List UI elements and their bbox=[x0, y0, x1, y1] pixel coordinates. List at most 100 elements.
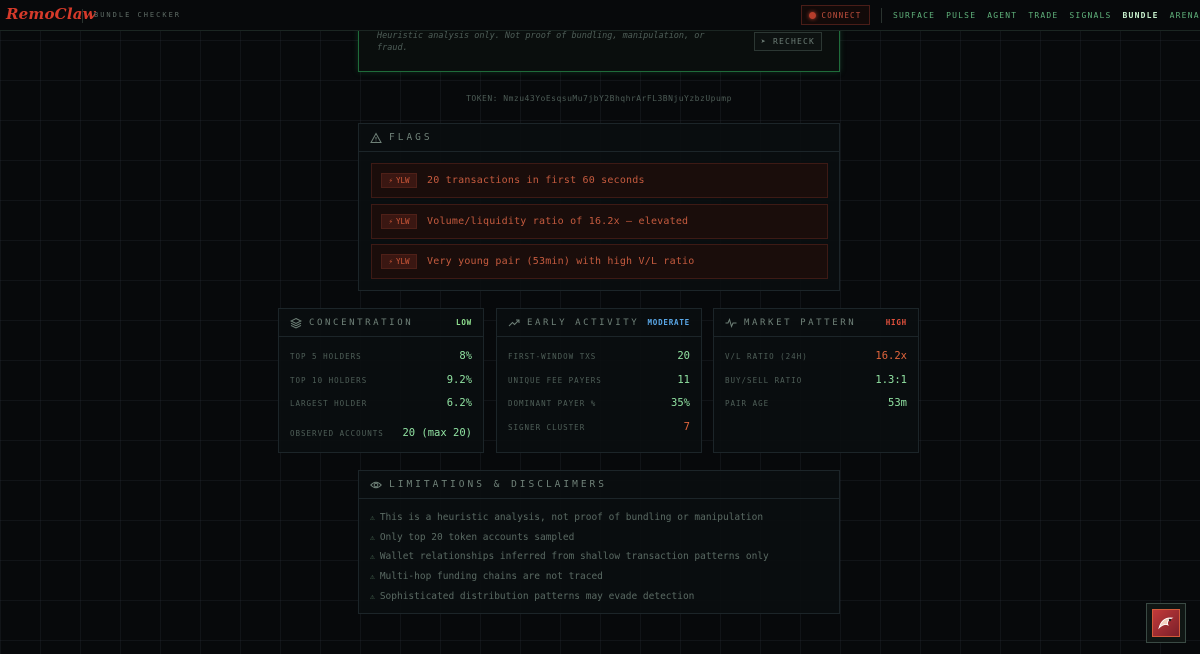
list-item-text: Wallet relationships inferred from shall… bbox=[379, 551, 769, 562]
trend-up-icon bbox=[508, 317, 520, 329]
nav-item-trade[interactable]: TRADE bbox=[1028, 11, 1058, 20]
metric-label: DOMINANT PAYER % bbox=[508, 398, 597, 408]
connect-label: CONNECT bbox=[821, 10, 862, 20]
heuristic-disclaimer: Heuristic analysis only. Not proof of bu… bbox=[377, 31, 705, 53]
flags-panel: FLAGS ⚡ YLW 20 transactions in first 60 s… bbox=[358, 123, 840, 291]
list-item: ⚠ Multi-hop funding chains are not traced bbox=[370, 571, 603, 582]
card-title: EARLY ACTIVITY bbox=[527, 317, 640, 328]
card-title: CONCENTRATION bbox=[309, 317, 414, 328]
flag-item: ⚡ YLW Volume/liquidity ratio of 16.2x — e… bbox=[371, 204, 828, 239]
severity-badge: ⚡ YLW bbox=[381, 254, 417, 269]
card-header: EARLY ACTIVITY MODERATE bbox=[497, 309, 701, 337]
top-nav-bar: RemoClaw BUNDLE CHECKER CONNECT SURFACE … bbox=[0, 0, 1200, 31]
metric-row: OBSERVED ACCOUNTS 20 (max 20) bbox=[290, 427, 472, 439]
metric-row: TOP 10 HOLDERS 9.2% bbox=[290, 374, 472, 386]
limitations-panel: LIMITATIONS & DISCLAIMERS ⚠ This is a heu… bbox=[358, 470, 840, 614]
metric-label: TOP 10 HOLDERS bbox=[290, 375, 368, 385]
warning-triangle-icon bbox=[370, 131, 382, 144]
nav-item-pulse[interactable]: PULSE bbox=[946, 11, 976, 20]
recheck-button[interactable]: ➤ RECHECK bbox=[754, 32, 822, 51]
connect-button[interactable]: CONNECT bbox=[801, 5, 870, 25]
divider bbox=[881, 8, 882, 23]
metric-value: 1.3:1 bbox=[875, 374, 907, 386]
status-dot-icon bbox=[809, 11, 817, 19]
list-item: ⚠ Sophisticated distribution patterns may… bbox=[370, 591, 694, 602]
metric-value: 20 bbox=[677, 350, 690, 362]
metric-value: 16.2x bbox=[875, 350, 907, 362]
list-item-text: Only top 20 token accounts sampled bbox=[379, 532, 575, 543]
metric-value: 9.2% bbox=[446, 374, 472, 386]
risk-level-badge: MODERATE bbox=[647, 318, 690, 327]
divider bbox=[82, 9, 83, 23]
token-address: TOKEN: Nmzu43YoEsqsuMu7jbY2BhqhrArFL3BNj… bbox=[466, 94, 732, 103]
metric-value: 53m bbox=[888, 397, 907, 409]
metric-label: SIGNER CLUSTER bbox=[508, 422, 586, 432]
metric-row: SIGNER CLUSTER 7 bbox=[508, 421, 690, 433]
metric-value: 35% bbox=[671, 397, 690, 409]
metric-label: BUY/SELL RATIO bbox=[725, 375, 803, 385]
warning-icon: ⚠ bbox=[370, 552, 375, 561]
list-item: ⚠ This is a heuristic analysis, not proof… bbox=[370, 512, 763, 523]
lightning-icon: ⚡ bbox=[388, 257, 393, 266]
metric-row: BUY/SELL RATIO 1.3:1 bbox=[725, 374, 907, 386]
nav-item-agent[interactable]: AGENT bbox=[987, 11, 1017, 20]
metric-label: PAIR AGE bbox=[725, 398, 770, 408]
nav-item-surface[interactable]: SURFACE bbox=[893, 11, 935, 20]
risk-level-badge: HIGH bbox=[885, 318, 907, 327]
metric-row: FIRST-WINDOW TXS 20 bbox=[508, 350, 690, 362]
list-item-text: This is a heuristic analysis, not proof … bbox=[379, 512, 764, 523]
main-nav: SURFACE PULSE AGENT TRADE SIGNALS BUNDLE… bbox=[893, 11, 1200, 20]
metric-value: 7 bbox=[683, 421, 690, 433]
metric-label: OBSERVED ACCOUNTS bbox=[290, 428, 384, 438]
flag-item: ⚡ YLW 20 transactions in first 60 seconds bbox=[371, 163, 828, 198]
metric-value: 20 (max 20) bbox=[402, 427, 472, 439]
limitations-title: LIMITATIONS & DISCLAIMERS bbox=[389, 479, 607, 490]
warning-icon: ⚠ bbox=[370, 592, 375, 601]
flags-title: FLAGS bbox=[389, 132, 433, 143]
metric-label: UNIQUE FEE PAYERS bbox=[508, 375, 602, 385]
metric-value: 6.2% bbox=[446, 397, 472, 409]
flag-text: 20 transactions in first 60 seconds bbox=[427, 175, 645, 186]
metric-row: PAIR AGE 53m bbox=[725, 397, 907, 409]
metric-label: TOP 5 HOLDERS bbox=[290, 351, 362, 361]
badge-label: YLW bbox=[395, 176, 410, 185]
metric-row: TOP 5 HOLDERS 8% bbox=[290, 350, 472, 362]
nav-item-signals[interactable]: SIGNALS bbox=[1069, 11, 1111, 20]
mascot-launcher-button[interactable] bbox=[1146, 603, 1186, 643]
card-header: MARKET PATTERN HIGH bbox=[714, 309, 918, 337]
list-item-text: Multi-hop funding chains are not traced bbox=[379, 571, 603, 582]
flags-header: FLAGS bbox=[359, 124, 839, 152]
metric-label: V/L RATIO (24H) bbox=[725, 351, 808, 361]
metric-row: V/L RATIO (24H) 16.2x bbox=[725, 350, 907, 362]
severity-badge: ⚡ YLW bbox=[381, 173, 417, 188]
badge-label: YLW bbox=[395, 257, 410, 266]
list-item: ⚠ Only top 20 token accounts sampled bbox=[370, 532, 574, 543]
list-item: ⚠ Wallet relationships inferred from shal… bbox=[370, 551, 769, 562]
warning-icon: ⚠ bbox=[370, 533, 375, 542]
limitations-header: LIMITATIONS & DISCLAIMERS bbox=[359, 471, 839, 499]
card-header: CONCENTRATION LOW bbox=[279, 309, 483, 337]
lightning-icon: ⚡ bbox=[388, 217, 393, 226]
badge-label: YLW bbox=[395, 217, 410, 226]
severity-badge: ⚡ YLW bbox=[381, 214, 417, 229]
metric-value: 8% bbox=[459, 350, 472, 362]
risk-level-badge: LOW bbox=[456, 318, 472, 327]
metric-label: FIRST-WINDOW TXS bbox=[508, 351, 597, 361]
metric-row: DOMINANT PAYER % 35% bbox=[508, 397, 690, 409]
market-pattern-card: MARKET PATTERN HIGH V/L RATIO (24H) 16.2x… bbox=[713, 308, 919, 453]
flag-item: ⚡ YLW Very young pair (53min) with high V… bbox=[371, 244, 828, 279]
eye-icon bbox=[370, 479, 382, 491]
page-subtitle: BUNDLE CHECKER bbox=[94, 11, 182, 19]
nav-item-arena[interactable]: ARENA bbox=[1170, 11, 1200, 20]
metric-label: LARGEST HOLDER bbox=[290, 398, 368, 408]
warning-icon: ⚠ bbox=[370, 572, 375, 581]
list-item-text: Sophisticated distribution patterns may … bbox=[379, 591, 695, 602]
nav-item-bundle[interactable]: BUNDLE bbox=[1123, 11, 1159, 20]
metric-row: UNIQUE FEE PAYERS 11 bbox=[508, 374, 690, 386]
flag-text: Volume/liquidity ratio of 16.2x — elevat… bbox=[427, 216, 689, 227]
card-title: MARKET PATTERN bbox=[744, 317, 857, 328]
metric-row: LARGEST HOLDER 6.2% bbox=[290, 397, 472, 409]
concentration-card: CONCENTRATION LOW TOP 5 HOLDERS 8% TOP 10… bbox=[278, 308, 484, 453]
metric-value: 11 bbox=[677, 374, 690, 386]
early-activity-card: EARLY ACTIVITY MODERATE FIRST-WINDOW TXS… bbox=[496, 308, 702, 453]
